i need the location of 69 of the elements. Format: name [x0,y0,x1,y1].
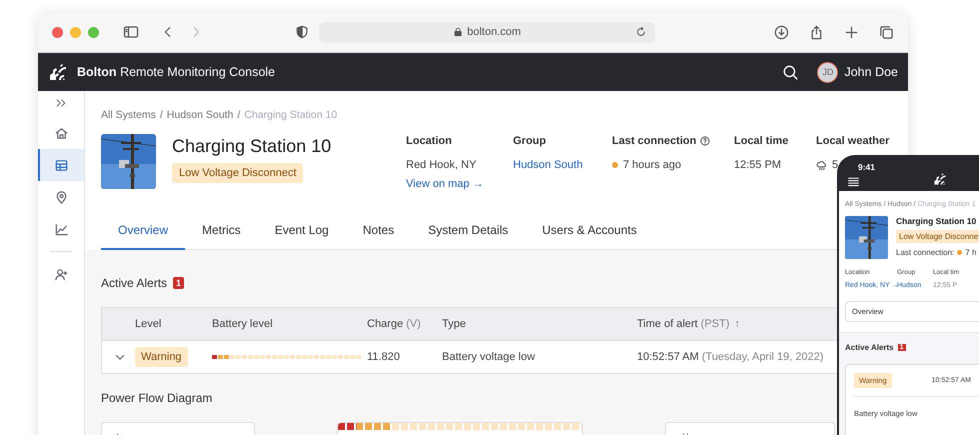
group-link[interactable]: Hudson South [513,159,583,171]
info-label: Group [513,135,546,147]
breadcrumb-separator: / [160,109,163,121]
tabs-icon [879,24,894,40]
breadcrumb-separator: / [237,109,240,121]
info-label: Local weather [816,135,890,147]
tab[interactable]: Metrics [185,214,258,250]
user-name[interactable]: John Doe [844,65,898,79]
info-label: Location [406,135,452,147]
share-icon [809,24,824,40]
search-button[interactable] [782,64,800,80]
plus-icon [844,24,859,40]
tab[interactable]: Overview [101,214,186,250]
breadcrumb-link[interactable]: Hudson South [166,109,234,121]
table-cell-text: 11.820 [367,351,401,363]
info-label: Local time [734,135,788,147]
station-title: Charging Station 10 [172,136,332,157]
info-value: 5 [832,159,838,171]
download-icon [774,24,789,40]
info-value: 7 hours ago [623,159,682,171]
section-title: Active Alerts [845,343,894,352]
station-title: Charging Station 10 [896,216,978,226]
breadcrumb-current: Charging Station 10 [244,109,338,121]
user-avatar[interactable]: JD [817,62,838,82]
breadcrumb-link[interactable]: All Systems [101,109,156,121]
table-cell-text: 10:52:57 AM (Tuesday, April 19, 2022) [637,351,825,363]
section-title: Power Flow Diagram [101,391,212,405]
line-chart-icon [54,222,68,236]
app-title: Bolton Remote Monitoring Console [77,65,276,79]
info-label: Last connection: [896,248,954,257]
shield-icon [295,25,309,39]
phone-logo-icon [933,172,947,186]
table-icon [54,158,68,172]
tab[interactable]: Notes [346,214,412,250]
help-icon[interactable] [700,136,710,146]
alert-count: 1 [173,277,184,289]
column-header: Charge (V) [367,318,422,330]
column-header: Time of alert (PST) ↑ [637,318,742,330]
info-value: 12:55 PM [734,159,782,171]
logo-icon [48,62,68,82]
expand-icon [55,97,67,109]
tab[interactable]: System Details [411,214,526,250]
address-bar[interactable]: bolton.com [319,22,655,42]
column-header: Battery level [212,318,274,330]
tab[interactable]: Event Log [258,214,346,250]
section-title: Active Alerts [101,276,168,290]
cloud-rain-icon [816,160,827,170]
status-badge: Low Voltage Disconnect [172,163,304,183]
table-cell-text: Battery voltage low [442,351,536,363]
close-window-button[interactable] [52,26,63,38]
severity-badge: Warning [135,347,188,367]
sidebar-item[interactable] [38,149,84,181]
status-badge: Low Voltage Disconne [896,230,979,243]
map-link[interactable]: View on map → [406,178,484,190]
home-icon [54,126,68,140]
phone-clock: 9:41 [858,162,876,172]
info-label: Last connection [612,135,696,147]
column-header: Level [135,318,162,330]
menu-icon [847,175,860,188]
info-value: Red Hook, NY [406,159,476,171]
reload-icon [635,26,647,38]
info-value: 7 h [965,248,976,257]
lock-icon [453,27,464,37]
column-header: Type [442,318,467,330]
tab[interactable]: Users & Accounts [525,214,654,250]
search-icon [782,64,800,80]
add-user-icon [54,266,68,282]
sidebar-icon [123,24,139,40]
map-pin-icon [54,190,68,204]
